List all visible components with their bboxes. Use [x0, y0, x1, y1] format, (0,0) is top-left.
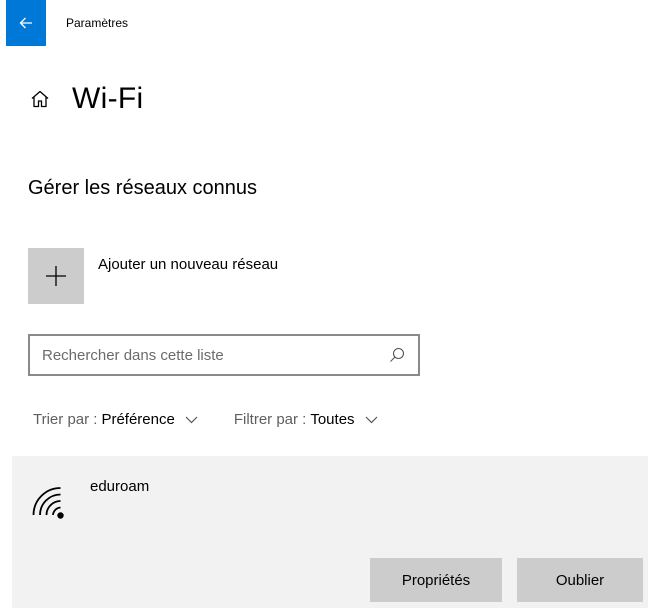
sort-filter-row: Trier par : Préférence Filtrer par : Tou…	[33, 411, 378, 428]
wifi-icon	[32, 476, 64, 520]
search-box[interactable]	[28, 334, 420, 376]
network-name: eduroam	[90, 478, 150, 495]
page-header: Wi-Fi	[28, 82, 143, 116]
sort-label: Trier par :	[33, 411, 98, 428]
chevron-down-icon	[185, 416, 198, 424]
filter-label: Filtrer par :	[233, 411, 307, 428]
title-bar: Paramètres	[0, 0, 648, 48]
sort-dropdown[interactable]: Trier par : Préférence	[33, 411, 198, 428]
forget-button[interactable]: Oublier	[517, 558, 643, 602]
app-title: Paramètres	[66, 16, 129, 30]
search-input[interactable]	[30, 336, 382, 374]
add-network-tile[interactable]	[28, 248, 84, 304]
network-item[interactable]: eduroam Propriétés Oublier	[12, 456, 648, 608]
arrow-left-icon	[19, 17, 32, 29]
add-network-label: Ajouter un nouveau réseau	[98, 256, 279, 273]
page-title: Wi-Fi	[72, 82, 144, 115]
sort-value: Préférence	[101, 411, 175, 428]
properties-button[interactable]: Propriétés	[370, 558, 502, 602]
back-button[interactable]	[6, 0, 46, 46]
chevron-down-icon	[365, 416, 378, 424]
plus-icon	[46, 266, 66, 286]
filter-dropdown[interactable]: Filtrer par : Toutes	[234, 411, 378, 428]
section-title: Gérer les réseaux connus	[28, 177, 258, 199]
filter-value: Toutes	[310, 411, 355, 428]
add-network-button[interactable]: Ajouter un nouveau réseau	[28, 248, 278, 304]
home-icon[interactable]	[28, 87, 52, 111]
search-icon[interactable]	[382, 336, 412, 374]
